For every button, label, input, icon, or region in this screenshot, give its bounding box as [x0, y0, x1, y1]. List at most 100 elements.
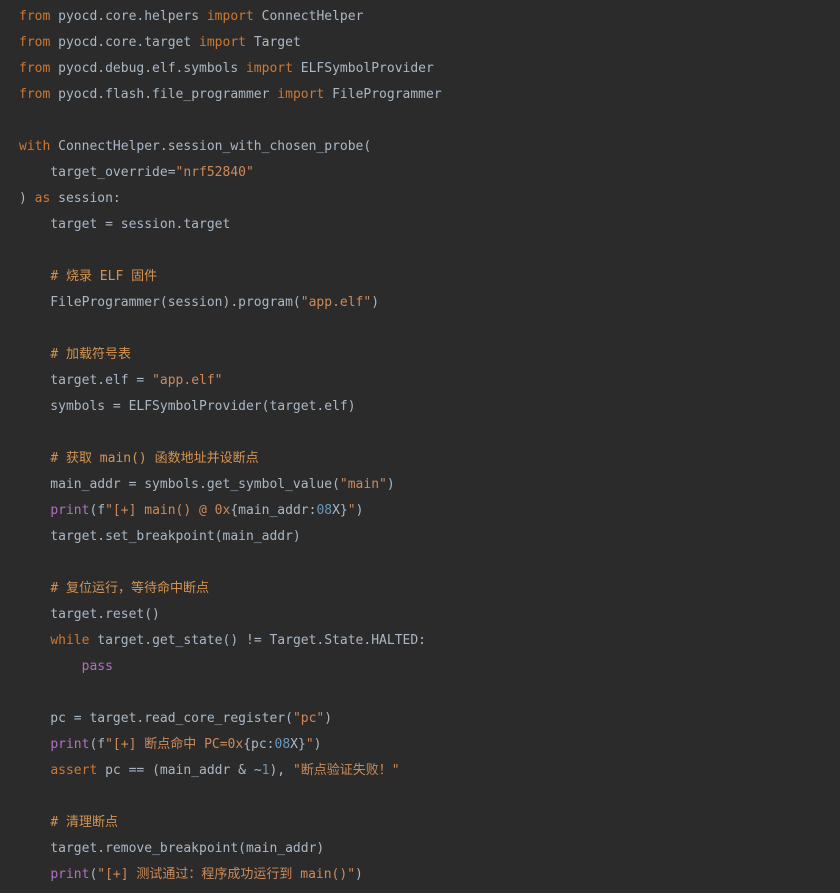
code-token-plain: pyocd.core.helpers — [50, 9, 207, 24]
code-token-comment: # 复位运行，等待命中断点 — [50, 581, 209, 596]
code-token-comment: # 烧录 ELF 固件 — [50, 269, 158, 284]
code-line: assert pc == (main_addr & ~1), "断点验证失败！" — [19, 758, 840, 784]
code-line: print(f"[+] 断点命中 PC=0x{pc:08X}") — [19, 732, 840, 758]
code-token-plain: ) — [386, 477, 395, 492]
code-token-plain: main_addr = symbols.get_symbol_value( — [19, 477, 340, 492]
code-token-plain: pc == (main_addr & ~ — [97, 763, 262, 778]
code-line: from pyocd.core.helpers import ConnectHe… — [19, 4, 840, 30]
code-token-comment: # 加载符号表 — [50, 347, 131, 362]
code-token-kw: from — [19, 61, 51, 76]
code-token-plain: ) — [324, 711, 333, 726]
code-line: while target.get_state() != Target.State… — [19, 628, 840, 654]
code-token-plain: ELFSymbolProvider — [292, 61, 434, 76]
code-token-str: "main" — [339, 477, 387, 492]
code-token-plain: ) — [19, 191, 35, 206]
code-token-plain: symbols = ELFSymbolProvider(target.elf) — [19, 399, 356, 414]
code-token-kw: import — [206, 9, 254, 24]
code-token-num: 08 — [316, 503, 333, 518]
code-token-plain: target.elf = — [19, 373, 153, 388]
code-line: # 复位运行，等待命中断点 — [19, 576, 840, 602]
code-token-plain: {main_addr: — [230, 503, 317, 518]
code-line: symbols = ELFSymbolProvider(target.elf) — [19, 394, 840, 420]
code-token-plain: pyocd.flash.file_programmer — [50, 87, 278, 102]
code-token-plain: X} — [290, 737, 306, 752]
code-token-str: "app.elf" — [300, 295, 372, 310]
code-token-plain: ConnectHelper — [253, 9, 364, 24]
code-line: print(f"[+] main() @ 0x{main_addr:08X}") — [19, 498, 840, 524]
code-token-kw: assert — [50, 763, 98, 778]
code-token-str: "[+] 断点命中 PC=0x — [105, 737, 244, 752]
code-token-str: " — [347, 503, 356, 518]
code-token-plain: pc = target.read_core_register( — [19, 711, 293, 726]
code-line: from pyocd.debug.elf.symbols import ELFS… — [19, 56, 840, 82]
code-line: target_override="nrf52840" — [19, 160, 840, 186]
code-token-plain: Target — [246, 35, 301, 50]
code-line: main_addr = symbols.get_symbol_value("ma… — [19, 472, 840, 498]
code-line: with ConnectHelper.session_with_chosen_p… — [19, 134, 840, 160]
code-token-plain: pyocd.core.target — [50, 35, 200, 50]
code-line: # 获取 main() 函数地址并设断点 — [19, 446, 840, 472]
code-line: ) as session: — [19, 186, 840, 212]
code-token-comment: # 清理断点 — [50, 815, 118, 830]
code-line: target.elf = "app.elf" — [19, 368, 840, 394]
code-line: from pyocd.core.target import Target — [19, 30, 840, 56]
code-line: target = session.target — [19, 212, 840, 238]
code-token-kw: from — [19, 87, 51, 102]
code-token-plain: (f — [89, 737, 106, 752]
code-token-comment: # 获取 main() 函数地址并设断点 — [50, 451, 259, 466]
code-token-plain: (f — [89, 503, 106, 518]
code-line: # 烧录 ELF 固件 — [19, 264, 840, 290]
code-token-plain: ) — [355, 867, 363, 882]
code-token-plain: target.set_breakpoint(main_addr) — [19, 529, 301, 544]
code-token-str: "断点验证失败！" — [292, 763, 400, 778]
code-token-plain: target_override= — [19, 165, 176, 180]
code-line: target.set_breakpoint(main_addr) — [19, 524, 840, 550]
code-token-kw: import — [199, 35, 246, 50]
code-token-plain: target.remove_breakpoint(main_addr) — [19, 841, 325, 856]
code-line: # 加载符号表 — [19, 342, 840, 368]
code-token-plain: ConnectHelper.session_with_chosen_probe( — [50, 139, 372, 154]
code-token-kw: from — [19, 9, 51, 24]
code-token-str: "pc" — [292, 711, 325, 726]
code-token-str: "app.elf" — [152, 373, 223, 388]
code-token-plain: pyocd.debug.elf.symbols — [50, 61, 246, 76]
code-token-plain: ) — [313, 737, 322, 752]
code-token-plain: target.get_state() != Target.State.HALTE… — [89, 633, 426, 648]
code-token-kw: import — [277, 87, 325, 102]
code-line: from pyocd.flash.file_programmer import … — [19, 82, 840, 108]
code-token-builtin: print — [50, 737, 90, 752]
code-line: target.reset() — [19, 602, 840, 628]
code-token-plain: ), — [269, 763, 293, 778]
code-editor[interactable]: from pyocd.core.helpers import ConnectHe… — [0, 0, 840, 893]
code-line: pass — [19, 654, 840, 680]
code-token-plain: ) — [371, 295, 380, 310]
code-token-builtin: print — [50, 503, 90, 518]
code-token-str: "nrf52840" — [175, 165, 254, 180]
code-token-kw: as — [34, 191, 51, 206]
code-token-plain: FileProgrammer(session).program( — [19, 295, 301, 310]
code-line: FileProgrammer(session).program("app.elf… — [19, 290, 840, 316]
code-token-str: "[+] 测试通过：程序成功运行到 main()" — [97, 867, 356, 882]
code-token-kw: from — [19, 35, 51, 50]
code-token-str: "[+] main() @ 0x — [105, 503, 231, 518]
code-token-plain: session: — [50, 191, 121, 206]
code-line: print("[+] 测试通过：程序成功运行到 main()") — [19, 862, 840, 888]
code-line: # 清理断点 — [19, 810, 840, 836]
code-token-builtin: pass — [81, 659, 113, 674]
